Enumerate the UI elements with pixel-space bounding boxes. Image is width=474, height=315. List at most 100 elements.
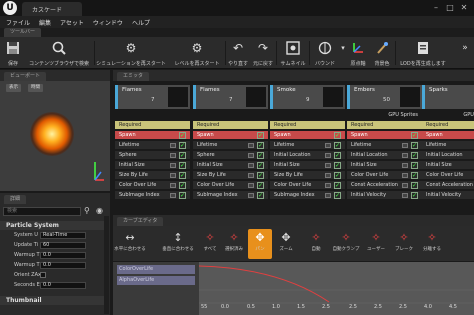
emitter-module[interactable]: Lifetime✓ — [347, 141, 422, 150]
seconds-before-inactive-input[interactable]: 0.0 — [40, 282, 86, 289]
module-enable-checkbox[interactable]: ✓ — [257, 142, 264, 149]
bounds-dropdown[interactable]: ▾ — [339, 39, 347, 67]
fit-horizontal-button[interactable]: ↔ 水平に合わせる — [114, 229, 146, 259]
details-scrollbar[interactable] — [104, 216, 109, 314]
toolbar-tab[interactable]: ツールバー — [4, 28, 42, 37]
warmup-tick-rate-input[interactable]: 0.0 — [40, 262, 86, 269]
module-enable-checkbox[interactable]: ✓ — [411, 162, 418, 169]
emitter-module[interactable]: Lifetime✓ — [193, 141, 268, 150]
emitter-module[interactable]: Required — [347, 121, 422, 130]
emitter-module[interactable]: Initial Location✓ — [270, 151, 345, 160]
emitter-module[interactable]: Required — [193, 121, 268, 130]
emitter-module[interactable]: Initial Location✓ — [347, 151, 422, 160]
module-enable-checkbox[interactable]: ✓ — [179, 142, 186, 149]
emitter-module[interactable]: Initial Location✓ — [422, 151, 474, 160]
window-tab[interactable]: カスケード — [22, 2, 82, 16]
module-enable-checkbox[interactable]: ✓ — [179, 152, 186, 159]
maximize-icon[interactable]: □ — [444, 3, 456, 13]
curve-editor-tab[interactable]: カーブエディタ — [117, 217, 164, 226]
module-curve-toggle[interactable] — [248, 163, 254, 168]
module-enable-checkbox[interactable]: ✓ — [179, 132, 186, 139]
emitter-module[interactable]: Spawn✓ — [347, 131, 422, 140]
viewport-tab[interactable]: ビューポート — [4, 72, 47, 81]
emitter-module[interactable]: Spawn✓ — [422, 131, 474, 140]
module-enable-checkbox[interactable]: ✓ — [257, 192, 264, 199]
module-curve-toggle[interactable] — [248, 153, 254, 158]
emitter-module[interactable]: Color Over Life ✓ — [115, 181, 190, 190]
emitter-module[interactable]: SubImage Index ✓ — [193, 191, 268, 200]
thumbnail-section[interactable]: Thumbnail — [0, 296, 104, 305]
auto-clamp-button[interactable]: ✧ 自動クランプ — [333, 229, 360, 259]
module-enable-checkbox[interactable]: ✓ — [411, 142, 418, 149]
module-enable-checkbox[interactable]: ✓ — [257, 172, 264, 179]
emitter-module[interactable]: Initial Size ✓ — [270, 161, 345, 170]
viewport-time-button[interactable]: 時間 — [28, 84, 43, 92]
emitter-header-card[interactable]: Flames 7 — [193, 85, 268, 109]
module-curve-toggle[interactable] — [170, 143, 176, 148]
module-curve-toggle[interactable] — [325, 143, 331, 148]
module-curve-toggle[interactable] — [325, 163, 331, 168]
emitter-module[interactable]: Initial Velocity✓ — [422, 191, 474, 200]
thumbnail-button[interactable]: サムネイル — [279, 39, 307, 67]
emitter-module[interactable]: Lifetime✓ — [422, 141, 474, 150]
emitter-column[interactable]: Flames 7 Required Spawn ✓ Lifetime ✓ Sphere ✓ Ini… — [115, 85, 190, 207]
emitter-module[interactable]: Sphere ✓ — [193, 151, 268, 160]
emitter-module[interactable]: Const Acceleration ✓ — [347, 181, 422, 190]
module-enable-checkbox[interactable]: ✓ — [179, 162, 186, 169]
module-curve-toggle[interactable] — [248, 183, 254, 188]
module-curve-toggle[interactable] — [325, 153, 331, 158]
emitter-module[interactable]: Initial Size ✓ — [347, 161, 422, 170]
track-color-over-life[interactable]: ColorOverLife — [117, 265, 195, 274]
emitter-module[interactable]: Size By Life ✓ — [115, 171, 190, 180]
emitter-module[interactable]: Sphere ✓ — [115, 151, 190, 160]
save-button[interactable]: 保存 — [4, 39, 22, 67]
module-enable-checkbox[interactable]: ✓ — [411, 172, 418, 179]
module-curve-toggle[interactable] — [248, 143, 254, 148]
emitter-module[interactable]: Initial Size ✓ — [193, 161, 268, 170]
module-enable-checkbox[interactable]: ✓ — [411, 132, 418, 139]
module-enable-checkbox[interactable]: ✓ — [411, 182, 418, 189]
emitter-header-card[interactable]: Smoke 9 — [270, 85, 345, 109]
emitter-module[interactable]: SubImage Index ✓ — [270, 191, 345, 200]
module-curve-toggle[interactable] — [170, 173, 176, 178]
redo-button[interactable]: ↷ 元に戻す — [252, 39, 274, 67]
warmup-time-input[interactable]: 0.0 — [40, 252, 86, 259]
origin-axis-button[interactable]: 原点軸 — [348, 39, 368, 67]
module-curve-toggle[interactable] — [402, 163, 408, 168]
module-curve-toggle[interactable] — [248, 173, 254, 178]
emitter-column[interactable]: Sparks GPU Sprites Required Spawn✓Lifetime✓… — [422, 85, 474, 207]
regenerate-lod-button[interactable]: LODを再生成します — [398, 39, 448, 67]
background-color-button[interactable]: 背景色 — [372, 39, 392, 67]
emitter-header-card[interactable]: Embers 50 — [347, 85, 422, 109]
eye-icon[interactable]: ◉ — [96, 206, 106, 216]
module-curve-toggle[interactable] — [402, 143, 408, 148]
particle-system-section[interactable]: Particle System — [0, 221, 104, 230]
module-curve-toggle[interactable] — [170, 163, 176, 168]
module-curve-toggle[interactable] — [325, 173, 331, 178]
menu-window[interactable]: ウィンドウ — [93, 18, 123, 27]
emitter-column[interactable]: Smoke 9 Required Spawn ✓ Lifetime ✓ Initial Loc… — [270, 85, 345, 207]
find-in-content-browser-button[interactable]: コンテンツブラウザで検索 — [26, 39, 92, 67]
module-curve-toggle[interactable] — [325, 193, 331, 198]
emitter-module[interactable]: Lifetime✓ — [270, 141, 345, 150]
module-curve-toggle[interactable] — [402, 153, 408, 158]
module-curve-toggle[interactable] — [402, 173, 408, 178]
emitter-module[interactable]: Size By Life ✓ — [270, 171, 345, 180]
module-enable-checkbox[interactable]: ✓ — [334, 142, 341, 149]
module-curve-toggle[interactable] — [402, 193, 408, 198]
minimize-icon[interactable]: – — [430, 3, 442, 13]
fit-all-button[interactable]: ✧ すべて — [198, 229, 222, 259]
emitter-module[interactable]: Required — [422, 121, 474, 130]
module-curve-toggle[interactable] — [170, 153, 176, 158]
restart-simulation-button[interactable]: ⚙ シミュレーションを再スタート — [96, 39, 166, 67]
zoom-button[interactable]: ✥ ズーム — [274, 229, 298, 259]
fit-vertical-button[interactable]: ↕ 垂直に合わせる — [162, 229, 194, 259]
menu-edit[interactable]: 編集 — [39, 18, 51, 27]
flatten-tangent-button[interactable]: ✧ 分離する — [420, 229, 444, 259]
emitter-module[interactable]: Size By Life ✓ — [193, 171, 268, 180]
emitter-module[interactable]: Spawn✓ — [115, 131, 190, 140]
module-enable-checkbox[interactable]: ✓ — [411, 152, 418, 159]
emitter-module[interactable]: Required — [115, 121, 190, 130]
module-enable-checkbox[interactable]: ✓ — [334, 162, 341, 169]
undo-button[interactable]: ↶ やり直す — [228, 39, 248, 67]
